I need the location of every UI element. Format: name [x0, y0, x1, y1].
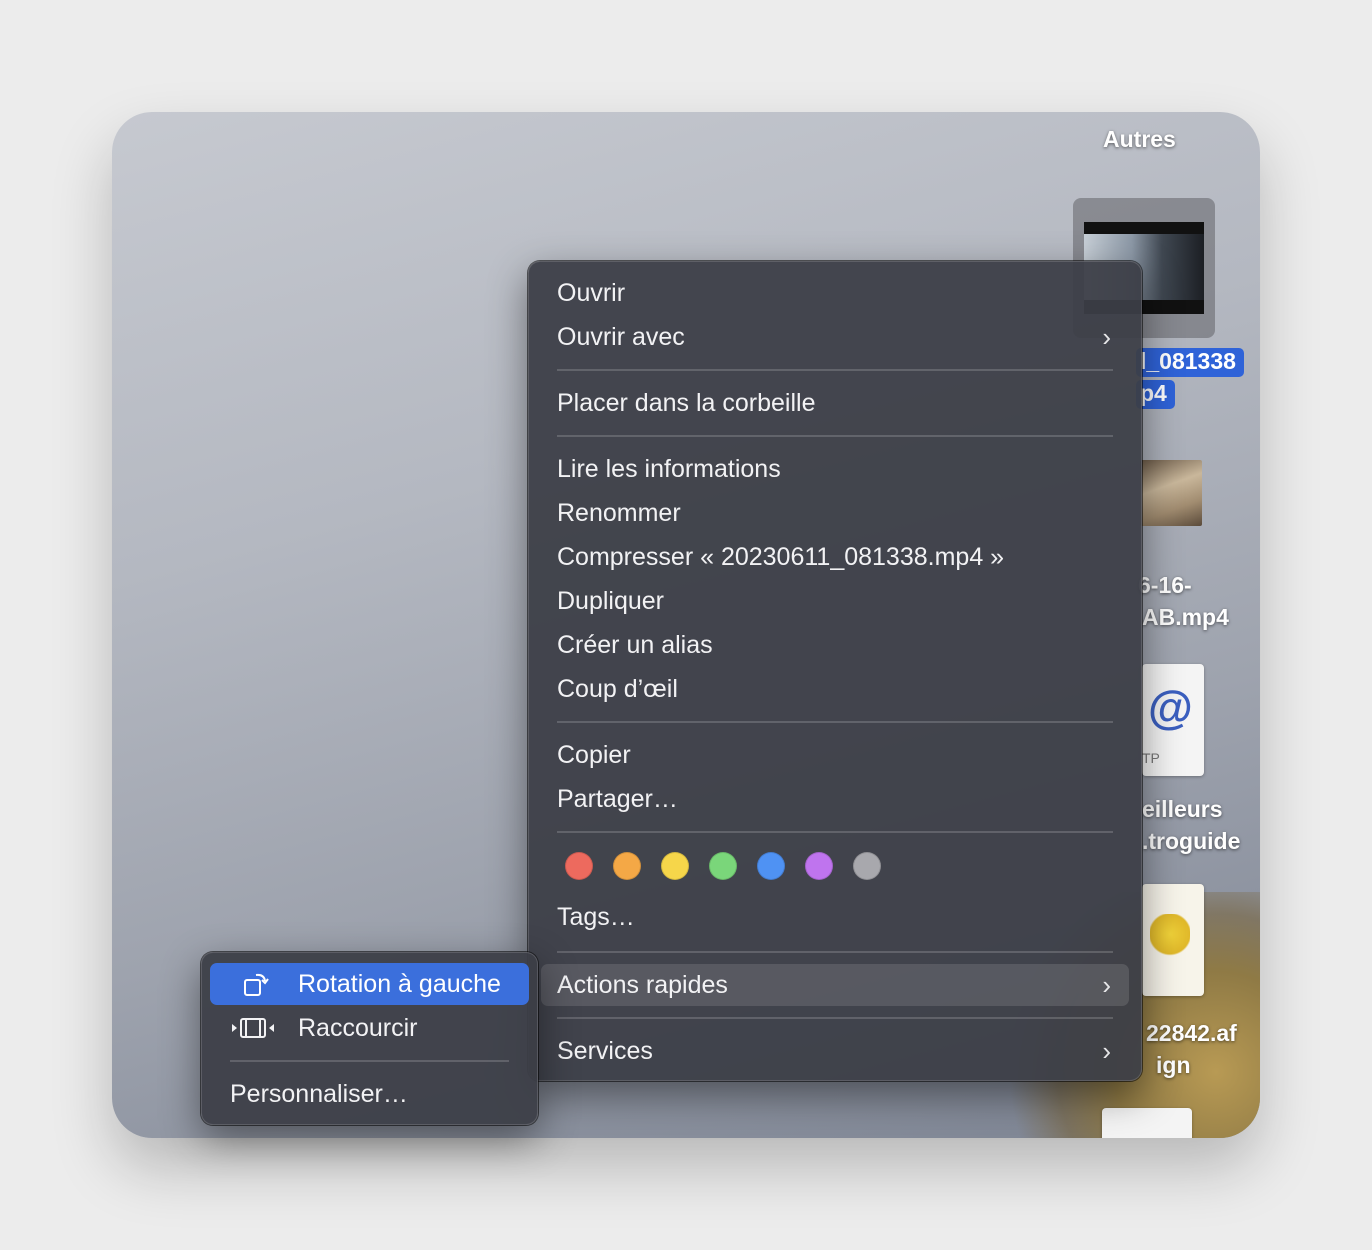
- menu-item-label: Copier: [557, 741, 631, 769]
- menu-item-label: Actions rapides: [557, 971, 728, 999]
- menu-item-share[interactable]: Partager…: [541, 778, 1129, 820]
- file-type-badge: TP: [1142, 750, 1160, 766]
- video-thumbnail-2[interactable]: [1140, 460, 1202, 526]
- rotate-left-icon: [244, 973, 269, 996]
- menu-item-label: Services: [557, 1037, 653, 1065]
- selected-file-name-line1[interactable]: l_081338: [1136, 348, 1244, 377]
- document-file-icon[interactable]: [1142, 884, 1204, 996]
- submenu-item-label: Personnaliser…: [230, 1080, 408, 1108]
- menu-item-open-with[interactable]: Ouvrir avec ›: [541, 316, 1129, 358]
- document-file-icon-partial[interactable]: [1102, 1108, 1192, 1138]
- tag-green[interactable]: [709, 852, 737, 880]
- menu-item-services[interactable]: Services ›: [541, 1030, 1129, 1072]
- chevron-right-icon: ›: [1102, 1036, 1111, 1066]
- duck-icon: [1150, 914, 1190, 964]
- menu-item-label: Dupliquer: [557, 587, 665, 615]
- file-2-name-line1[interactable]: 6-16-: [1138, 572, 1192, 599]
- desktop-group-label: Autres: [1103, 126, 1176, 152]
- menu-separator: [557, 435, 1113, 437]
- submenu-item-rotate-left[interactable]: Rotation à gauche: [210, 963, 529, 1005]
- tag-gray[interactable]: [853, 852, 881, 880]
- menu-separator: [557, 721, 1113, 723]
- menu-item-label: Créer un alias: [557, 631, 713, 659]
- quick-actions-submenu: Rotation à gauche Raccourcir Personnalis…: [201, 952, 538, 1125]
- menu-item-make-alias[interactable]: Créer un alias: [541, 624, 1129, 666]
- menu-separator: [557, 369, 1113, 371]
- tag-orange[interactable]: [613, 852, 641, 880]
- menu-item-label: Coup d’œil: [557, 675, 678, 703]
- tag-purple[interactable]: [805, 852, 833, 880]
- menu-item-rename[interactable]: Renommer: [541, 492, 1129, 534]
- menu-separator: [557, 951, 1113, 953]
- menu-item-label: Ouvrir avec: [557, 323, 685, 351]
- file-2-name-line2[interactable]: AB.mp4: [1142, 604, 1229, 631]
- menu-item-label: Compresser « 20230611_081338.mp4 »: [557, 543, 1005, 571]
- menu-item-tags[interactable]: Tags…: [541, 896, 1129, 938]
- file-3-name-line2[interactable]: .troguide: [1142, 828, 1240, 855]
- menu-item-move-to-trash[interactable]: Placer dans la corbeille: [541, 382, 1129, 424]
- chevron-right-icon: ›: [1102, 322, 1111, 352]
- submenu-item-customize[interactable]: Personnaliser…: [214, 1073, 525, 1115]
- file-3-name-line1[interactable]: eilleurs: [1142, 796, 1223, 823]
- menu-item-label: Renommer: [557, 499, 681, 527]
- trim-icon: [232, 1018, 274, 1038]
- menu-item-duplicate[interactable]: Dupliquer: [541, 580, 1129, 622]
- submenu-item-label: Rotation à gauche: [298, 970, 501, 998]
- tag-red[interactable]: [565, 852, 593, 880]
- menu-item-quick-actions[interactable]: Actions rapides ›: [541, 964, 1129, 1006]
- menu-separator: [557, 831, 1113, 833]
- menu-item-label: Placer dans la corbeille: [557, 389, 816, 417]
- menu-item-quick-look[interactable]: Coup d’œil: [541, 668, 1129, 710]
- menu-item-get-info[interactable]: Lire les informations: [541, 448, 1129, 490]
- at-sign-icon: @: [1148, 681, 1193, 733]
- menu-item-label: Partager…: [557, 785, 678, 813]
- menu-separator: [230, 1060, 509, 1062]
- url-file-icon[interactable]: @ TP: [1142, 664, 1204, 776]
- submenu-item-label: Raccourcir: [298, 1014, 418, 1042]
- tag-yellow[interactable]: [661, 852, 689, 880]
- menu-item-label: Lire les informations: [557, 455, 781, 483]
- tag-blue[interactable]: [757, 852, 785, 880]
- menu-separator: [557, 1017, 1113, 1019]
- menu-item-compress[interactable]: Compresser « 20230611_081338.mp4 »: [541, 536, 1129, 578]
- chevron-right-icon: ›: [1102, 970, 1111, 1000]
- file-4-name-line2[interactable]: ign: [1156, 1052, 1191, 1079]
- menu-item-label: Tags…: [557, 903, 635, 931]
- file-4-name-line1[interactable]: 22842.af: [1146, 1020, 1237, 1047]
- context-menu: Ouvrir Ouvrir avec › Placer dans la corb…: [528, 261, 1142, 1081]
- menu-item-open[interactable]: Ouvrir: [541, 272, 1129, 314]
- menu-item-copy[interactable]: Copier: [541, 734, 1129, 776]
- menu-item-label: Ouvrir: [557, 279, 626, 307]
- submenu-item-trim[interactable]: Raccourcir: [210, 1007, 529, 1049]
